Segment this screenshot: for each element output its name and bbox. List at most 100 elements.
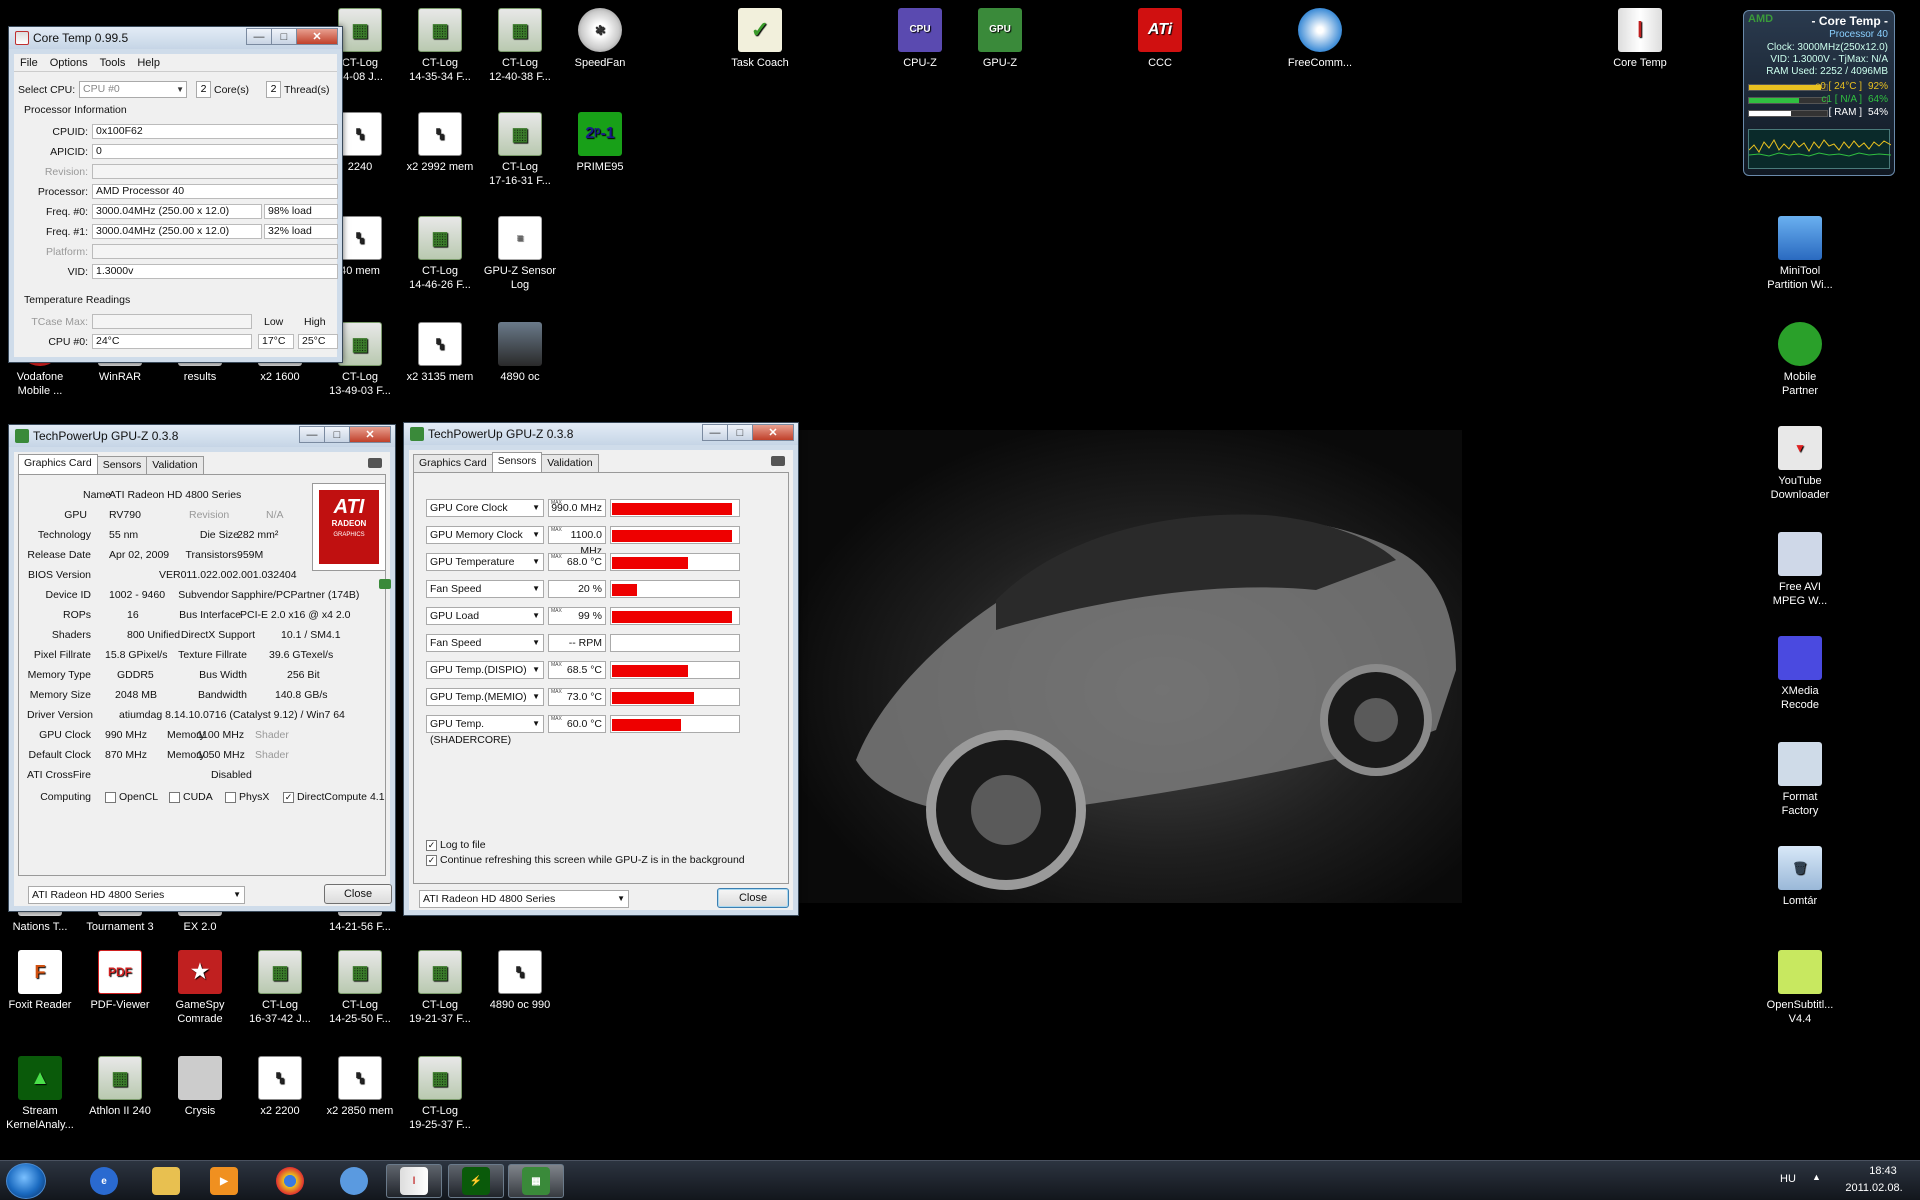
menu-help[interactable]: Help bbox=[131, 57, 166, 69]
close-button[interactable]: Close bbox=[717, 888, 789, 908]
sensor-name-dropdown[interactable]: Fan Speed ▼ bbox=[426, 634, 544, 652]
desktop-icon[interactable]: FreeComm... bbox=[1280, 8, 1360, 70]
bios-save-icon[interactable] bbox=[379, 579, 391, 589]
menu-options[interactable]: Options bbox=[44, 57, 94, 69]
desktop-icon[interactable]: ★ GameSpy Comrade bbox=[160, 950, 240, 1026]
desktop-icon[interactable]: ▲ Stream KernelAnaly... bbox=[0, 1056, 80, 1132]
sensor-value-box[interactable]: MAX 68.0 °C bbox=[548, 553, 606, 571]
close-button[interactable]: ✕ bbox=[752, 424, 794, 441]
desktop-icon[interactable]: XMedia Recode bbox=[1760, 636, 1840, 712]
sensor-name-dropdown[interactable]: GPU Core Clock ▼ bbox=[426, 499, 544, 517]
tab-graphics-card[interactable]: Graphics Card bbox=[413, 454, 493, 472]
taskbar-explorer-icon[interactable] bbox=[138, 1164, 194, 1198]
desktop-icon[interactable]: ▼ YouTube Downloader bbox=[1760, 426, 1840, 502]
taskbar-gpuz-icon-2[interactable]: ▦ bbox=[508, 1164, 564, 1198]
sensor-value-box[interactable]: MAX 990.0 MHz bbox=[548, 499, 606, 517]
card-select-dropdown[interactable]: ATI Radeon HD 4800 Series ▼ bbox=[28, 886, 245, 904]
desktop-icon[interactable]: GPU GPU-Z bbox=[960, 8, 1040, 70]
desktop-icon[interactable]: ▚ x2 3135 mem bbox=[400, 322, 480, 384]
sensor-name-dropdown[interactable]: GPU Load ▼ bbox=[426, 607, 544, 625]
sensor-name-dropdown[interactable]: GPU Temp.(SHADERCORE) ▼ bbox=[426, 715, 544, 746]
coretemp-window[interactable]: Core Temp 0.99.5 — □ ✕ File Options Tool… bbox=[8, 26, 343, 363]
close-button[interactable]: Close bbox=[324, 884, 392, 904]
minimize-button[interactable]: — bbox=[702, 424, 728, 441]
menu-file[interactable]: File bbox=[14, 57, 44, 69]
desktop-icon[interactable]: ▚ x2 2200 bbox=[240, 1056, 320, 1118]
desktop-icon[interactable]: ▦ CT-Log 17-16-31 F... bbox=[480, 112, 560, 188]
sensor-value-box[interactable]: MAX 60.0 °C bbox=[548, 715, 606, 733]
desktop-icon[interactable]: ATi CCC bbox=[1120, 8, 1200, 70]
clock-time[interactable]: 18:43 bbox=[1852, 1165, 1914, 1177]
desktop-icon[interactable]: 🗑 Lomtár bbox=[1760, 846, 1840, 908]
camera-icon[interactable] bbox=[368, 458, 382, 468]
desktop-icon[interactable]: ▦ Athlon II 240 bbox=[80, 1056, 160, 1118]
compute-opencl-checkbox[interactable]: OpenCL bbox=[105, 791, 158, 803]
continue-refresh-checkbox[interactable]: ✓ Continue refreshing this screen while G… bbox=[426, 854, 745, 866]
maximize-button[interactable]: □ bbox=[727, 424, 753, 441]
sensor-value-box[interactable]: -- RPM bbox=[548, 634, 606, 652]
sensor-name-dropdown[interactable]: GPU Memory Clock ▼ bbox=[426, 526, 544, 544]
select-cpu-dropdown[interactable]: CPU #0 ▼ bbox=[79, 81, 187, 98]
desktop-icon[interactable]: ▚ 4890 oc 990 bbox=[480, 950, 560, 1012]
sensor-value-box[interactable]: MAX 68.5 °C bbox=[548, 661, 606, 679]
menu-tools[interactable]: Tools bbox=[94, 57, 132, 69]
desktop-icon[interactable]: Mobile Partner bbox=[1760, 322, 1840, 398]
desktop-icon[interactable]: OpenSubtitl... V4.4 bbox=[1760, 950, 1840, 1026]
desktop-icon[interactable]: MiniTool Partition Wi... bbox=[1760, 216, 1840, 292]
desktop-icon[interactable]: ▦ CT-Log 14-46-26 F... bbox=[400, 216, 480, 292]
sensor-value-box[interactable]: MAX 99 % bbox=[548, 607, 606, 625]
sensor-value-box[interactable]: 20 % bbox=[548, 580, 606, 598]
desktop-icon[interactable]: ǀ Core Temp bbox=[1600, 8, 1680, 70]
desktop-icon[interactable]: ✻ SpeedFan bbox=[560, 8, 640, 70]
desktop-icon[interactable]: ▦ CT-Log 19-21-37 F... bbox=[400, 950, 480, 1026]
gpuz1-titlebar[interactable]: TechPowerUp GPU-Z 0.3.8 — □ ✕ bbox=[9, 425, 395, 447]
desktop-icon[interactable]: F Foxit Reader bbox=[0, 950, 80, 1012]
close-button[interactable]: ✕ bbox=[349, 426, 391, 443]
taskbar-chrome-icon[interactable] bbox=[262, 1164, 318, 1198]
tab-validation[interactable]: Validation bbox=[541, 454, 599, 472]
desktop-icon[interactable]: Format Factory bbox=[1760, 742, 1840, 818]
desktop-icon[interactable]: ▚ x2 2850 mem bbox=[320, 1056, 400, 1118]
card-select-dropdown[interactable]: ATI Radeon HD 4800 Series ▼ bbox=[419, 890, 629, 908]
desktop-icon[interactable]: ▦ CT-Log 12-40-38 F... bbox=[480, 8, 560, 84]
taskbar-messenger-icon[interactable] bbox=[326, 1164, 382, 1198]
tray-expand-icon[interactable]: ▲ bbox=[1812, 1172, 1821, 1182]
maximize-button[interactable]: □ bbox=[324, 426, 350, 443]
desktop-icon[interactable]: 2ᵖ-1 PRIME95 bbox=[560, 112, 640, 174]
minimize-button[interactable]: — bbox=[299, 426, 325, 443]
minimize-button[interactable]: — bbox=[246, 28, 272, 45]
start-button[interactable] bbox=[6, 1163, 46, 1199]
desktop-icon[interactable]: Crysis bbox=[160, 1056, 240, 1118]
gpuz-sensors-window[interactable]: TechPowerUp GPU-Z 0.3.8 — □ ✕ Graphics C… bbox=[403, 422, 799, 916]
desktop-icon[interactable]: 4890 oc bbox=[480, 322, 560, 384]
sensor-name-dropdown[interactable]: Fan Speed ▼ bbox=[426, 580, 544, 598]
sensor-name-dropdown[interactable]: GPU Temperature ▼ bbox=[426, 553, 544, 571]
desktop-icon[interactable]: PDF PDF-Viewer bbox=[80, 950, 160, 1012]
gpuz-graphics-card-window[interactable]: TechPowerUp GPU-Z 0.3.8 — □ ✕ Graphics C… bbox=[8, 424, 396, 912]
desktop-icon[interactable]: ≡ GPU-Z Sensor Log bbox=[480, 216, 560, 292]
taskbar-coretemp-icon[interactable]: ǀ bbox=[386, 1164, 442, 1198]
close-button[interactable]: ✕ bbox=[296, 28, 338, 45]
tab-sensors[interactable]: Sensors bbox=[491, 452, 543, 472]
compute-physx-checkbox[interactable]: PhysX bbox=[225, 791, 269, 803]
core-temp-gadget[interactable]: AMD - Core Temp - Processor 40 Clock: 30… bbox=[1743, 10, 1895, 176]
sensor-value-box[interactable]: MAX 1100.0 MHz bbox=[548, 526, 606, 557]
gpuz2-titlebar[interactable]: TechPowerUp GPU-Z 0.3.8 — □ ✕ bbox=[404, 423, 798, 445]
desktop-icon[interactable]: ✓ Task Coach bbox=[720, 8, 800, 70]
desktop-icon[interactable]: ▚ x2 2992 mem bbox=[400, 112, 480, 174]
taskbar-gpuz-icon-1[interactable]: ⚡ bbox=[448, 1164, 504, 1198]
desktop-icon[interactable]: ▦ CT-Log 14-25-50 F... bbox=[320, 950, 400, 1026]
coretemp-titlebar[interactable]: Core Temp 0.99.5 — □ ✕ bbox=[9, 27, 342, 49]
sensor-name-dropdown[interactable]: GPU Temp.(MEMIO) ▼ bbox=[426, 688, 544, 706]
taskbar-ie-icon[interactable]: e bbox=[76, 1164, 132, 1198]
maximize-button[interactable]: □ bbox=[271, 28, 297, 45]
log-to-file-checkbox[interactable]: ✓ Log to file bbox=[426, 839, 486, 851]
compute-cuda-checkbox[interactable]: CUDA bbox=[169, 791, 213, 803]
tab-sensors[interactable]: Sensors bbox=[96, 456, 148, 474]
desktop-icon[interactable]: Free AVI MPEG W... bbox=[1760, 532, 1840, 608]
sensor-name-dropdown[interactable]: GPU Temp.(DISPIO) ▼ bbox=[426, 661, 544, 679]
compute-directcompute-4-1-checkbox[interactable]: ✓ DirectCompute 4.1 bbox=[283, 791, 385, 803]
desktop-icon[interactable]: ▦ CT-Log 19-25-37 F... bbox=[400, 1056, 480, 1132]
desktop-icon[interactable]: ▦ CT-Log 14-35-34 F... bbox=[400, 8, 480, 84]
tab-validation[interactable]: Validation bbox=[146, 456, 204, 474]
